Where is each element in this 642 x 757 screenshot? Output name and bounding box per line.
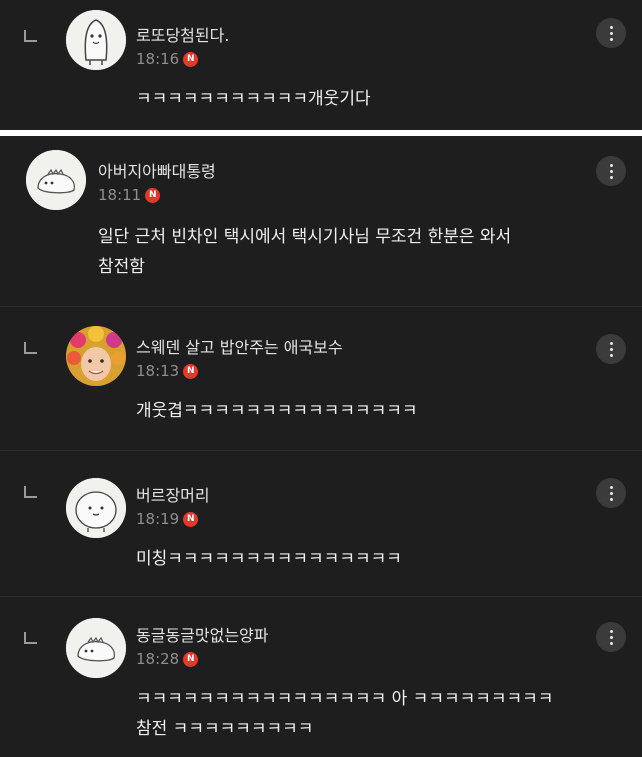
new-badge: N: [183, 51, 199, 67]
comment-time: 18:16 N: [136, 50, 199, 68]
comment-text-line: ㅋㅋㅋㅋㅋㅋㅋㅋㅋㅋㅋ개웃기다: [136, 89, 371, 109]
reply-arrow-icon: [24, 30, 38, 42]
reply-arrow-icon: [24, 342, 38, 354]
comment-author[interactable]: 로또당첨된다.: [136, 22, 229, 46]
comment-text-line: 일단 근처 빈차인 택시에서 택시기사님 무조건 한분은 와서: [98, 227, 512, 247]
more-vertical-icon[interactable]: [596, 156, 626, 186]
comment-author[interactable]: 아버지아빠대통령: [98, 158, 216, 182]
comment-time: 18:19 N: [136, 510, 199, 528]
more-vertical-icon[interactable]: [596, 622, 626, 652]
avatar[interactable]: [66, 326, 126, 386]
comment-reply: 버르장머리 18:19 N 미칭ㅋㅋㅋㅋㅋㅋㅋㅋㅋㅋㅋㅋㅋㅋㅋ: [0, 450, 642, 597]
comment-author[interactable]: 동글동글맛없는양파: [136, 622, 268, 646]
comment-reply: 로또당첨된다. 18:16 N ㅋㅋㅋㅋㅋㅋㅋㅋㅋㅋㅋ개웃기다: [0, 0, 642, 130]
comment-text: 개웃겹ㅋㅋㅋㅋㅋㅋㅋㅋㅋㅋㅋㅋㅋㅋㅋ: [136, 396, 418, 426]
comment-text-line: ㅋㅋㅋㅋㅋㅋㅋㅋㅋㅋㅋㅋㅋㅋㅋㅋ 아 ㅋㅋㅋㅋㅋㅋㅋㅋㅋ: [136, 689, 554, 709]
comment-text-line: 미칭ㅋㅋㅋㅋㅋㅋㅋㅋㅋㅋㅋㅋㅋㅋㅋ: [136, 549, 402, 569]
comment-time-label: 18:11: [98, 186, 142, 204]
comment-text-line: 개웃겹ㅋㅋㅋㅋㅋㅋㅋㅋㅋㅋㅋㅋㅋㅋㅋ: [136, 401, 418, 421]
comment-text-line: 참전함: [98, 257, 145, 277]
comment-time-label: 18:16: [136, 50, 180, 68]
comment-reply: 스웨덴 살고 밥안주는 애국보수 18:13 N 개웃겹ㅋㅋㅋㅋㅋㅋㅋㅋㅋㅋㅋㅋ…: [0, 306, 642, 451]
comment-text: ㅋㅋㅋㅋㅋㅋㅋㅋㅋㅋㅋ개웃기다: [136, 84, 371, 114]
comment-time: 18:11 N: [98, 186, 161, 204]
comment-reply: 동글동글맛없는양파 18:28 N ㅋㅋㅋㅋㅋㅋㅋㅋㅋㅋㅋㅋㅋㅋㅋㅋ 아 ㅋㅋㅋ…: [0, 596, 642, 757]
comment-panel-top: 로또당첨된다. 18:16 N ㅋㅋㅋㅋㅋㅋㅋㅋㅋㅋㅋ개웃기다: [0, 0, 642, 130]
new-badge: N: [183, 363, 199, 379]
comment-text: 미칭ㅋㅋㅋㅋㅋㅋㅋㅋㅋㅋㅋㅋㅋㅋㅋ: [136, 544, 402, 574]
reply-arrow-icon: [24, 486, 38, 498]
avatar[interactable]: [66, 618, 126, 678]
comment-time: 18:13 N: [136, 362, 199, 380]
comment-text: 일단 근처 빈차인 택시에서 택시기사님 무조건 한분은 와서 참전함: [98, 222, 511, 282]
comment: 아버지아빠대통령 18:11 N 일단 근처 빈차인 택시에서 택시기사님 무조…: [0, 136, 642, 307]
avatar[interactable]: [26, 150, 86, 210]
comment-time-label: 18:28: [136, 650, 180, 668]
comment-time: 18:28 N: [136, 650, 199, 668]
comment-text-line: 참전 ㅋㅋㅋㅋㅋㅋㅋㅋㅋ: [136, 719, 314, 739]
reply-arrow-icon: [24, 632, 38, 644]
new-badge: N: [183, 511, 199, 527]
comment-time-label: 18:19: [136, 510, 180, 528]
new-badge: N: [145, 187, 161, 203]
avatar[interactable]: [66, 10, 126, 70]
more-vertical-icon[interactable]: [596, 478, 626, 508]
comment-author[interactable]: 스웨덴 살고 밥안주는 애국보수: [136, 334, 343, 358]
comment-author[interactable]: 버르장머리: [136, 482, 210, 506]
avatar[interactable]: [66, 478, 126, 538]
comment-panel-bottom: 아버지아빠대통령 18:11 N 일단 근처 빈차인 택시에서 택시기사님 무조…: [0, 136, 642, 757]
comment-time-label: 18:13: [136, 362, 180, 380]
more-vertical-icon[interactable]: [596, 334, 626, 364]
new-badge: N: [183, 651, 199, 667]
comment-text: ㅋㅋㅋㅋㅋㅋㅋㅋㅋㅋㅋㅋㅋㅋㅋㅋ 아 ㅋㅋㅋㅋㅋㅋㅋㅋㅋ 참전 ㅋㅋㅋㅋㅋㅋㅋㅋ…: [136, 684, 553, 744]
more-vertical-icon[interactable]: [596, 18, 626, 48]
